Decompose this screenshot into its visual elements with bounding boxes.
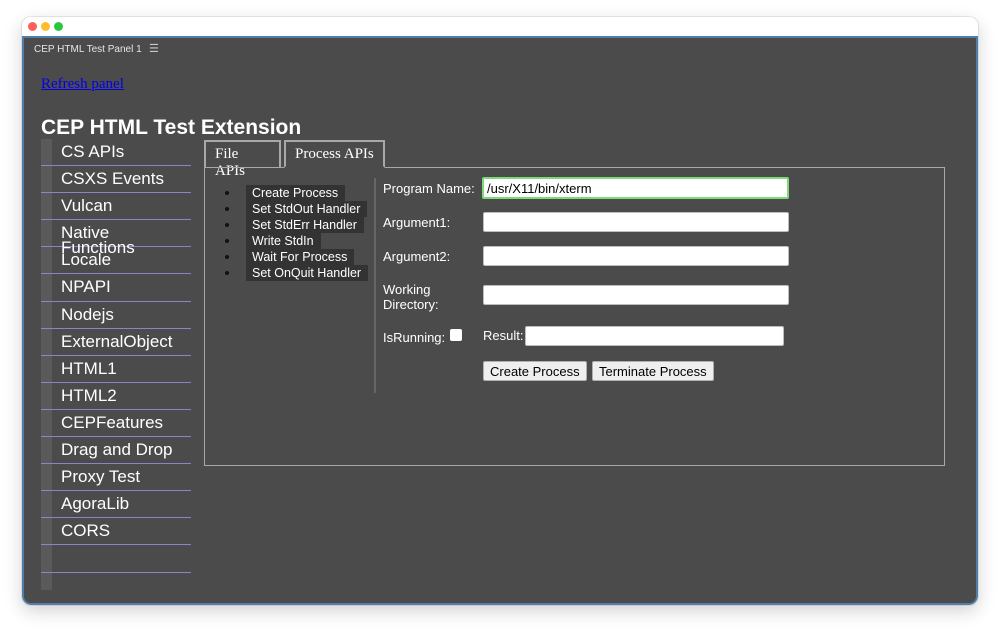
minimize-window-button[interactable] bbox=[41, 22, 50, 31]
result-input[interactable] bbox=[525, 326, 784, 346]
argument1-input[interactable] bbox=[483, 212, 789, 232]
sidebar-item-label: NPAPI bbox=[61, 277, 111, 297]
sidebar-item-label: CEPFeatures bbox=[61, 412, 164, 432]
list-item-write-stdin[interactable]: Write StdIn bbox=[224, 233, 368, 249]
argument1-label: Argument1: bbox=[383, 215, 451, 230]
list-item-set-onquit-handler[interactable]: Set OnQuit Handler bbox=[224, 265, 369, 281]
sidebar-item-label: HTML2 bbox=[61, 385, 117, 405]
sidebar-item-externalobject[interactable]: ExternalObject bbox=[41, 329, 191, 356]
sidebar-item-label: CORS bbox=[61, 521, 111, 541]
program-name-input[interactable] bbox=[482, 177, 789, 199]
sidebar-item-native-functions[interactable]: Native Functions bbox=[41, 220, 191, 256]
working-directory-label-line2: Directory: bbox=[383, 297, 439, 312]
sidebar-item-empty[interactable] bbox=[41, 545, 191, 573]
sidebar-item-label: HTML1 bbox=[61, 358, 117, 378]
sidebar-item-label: Drag and Drop bbox=[61, 440, 173, 460]
sidebar-item-csxs-events[interactable]: CSXS Events bbox=[41, 166, 191, 194]
sidebar-item-html2[interactable]: HTML2 bbox=[41, 383, 191, 410]
tab-file-apis[interactable]: File APIs bbox=[204, 140, 281, 179]
hamburger-menu-icon[interactable]: ☰ bbox=[149, 42, 159, 55]
argument2-input[interactable] bbox=[483, 246, 789, 266]
list-item-label: Create Process bbox=[246, 185, 346, 201]
sidebar-item-cepfeatures[interactable]: CEPFeatures bbox=[41, 410, 191, 438]
sidebar-item-label: Locale bbox=[61, 250, 112, 270]
sidebar-item-locale[interactable]: Locale bbox=[41, 247, 191, 275]
working-directory-label: Working Directory: bbox=[383, 282, 439, 312]
list-item-set-stdout-handler[interactable]: Set StdOut Handler bbox=[224, 201, 368, 217]
sidebar-item-label: AgoraLib bbox=[61, 494, 130, 514]
sidebar-item-html1[interactable]: HTML1 bbox=[41, 356, 191, 383]
refresh-panel-link[interactable]: Refresh panel bbox=[41, 76, 124, 93]
cep-panel: CEP HTML Test Panel 1 ☰ Refresh panel CE… bbox=[22, 36, 978, 605]
sidebar-item-label: ExternalObject bbox=[61, 331, 173, 351]
sidebar-item-label: Vulcan bbox=[61, 196, 113, 216]
terminate-process-button[interactable]: Terminate Process bbox=[592, 361, 714, 381]
list-item-label: Set StdErr Handler bbox=[246, 217, 364, 233]
tab-process-apis[interactable]: Process APIs bbox=[284, 140, 385, 168]
list-item-create-process[interactable]: Create Process bbox=[224, 185, 368, 201]
list-item-label: Wait For Process bbox=[246, 249, 355, 265]
program-name-label: Program Name: bbox=[383, 181, 475, 196]
sidebar-item-cors[interactable]: CORS bbox=[41, 518, 191, 546]
maximize-window-button[interactable] bbox=[54, 22, 63, 31]
sidebar-item-drag-and-drop[interactable]: Drag and Drop bbox=[41, 437, 191, 465]
argument2-label: Argument2: bbox=[383, 249, 451, 264]
title-bar bbox=[22, 17, 978, 36]
list-item-label: Write StdIn bbox=[246, 233, 321, 249]
sidebar-item-agoralib[interactable]: AgoraLib bbox=[41, 491, 191, 519]
list-item-set-stderr-handler[interactable]: Set StdErr Handler bbox=[224, 217, 368, 233]
sidebar-item-label: Nodejs bbox=[61, 304, 114, 324]
process-api-list: Create Process Set StdOut Handler Set St… bbox=[224, 185, 369, 281]
list-item-label: Set StdOut Handler bbox=[246, 201, 368, 217]
process-apis-panel: Create Process Set StdOut Handler Set St… bbox=[204, 167, 945, 466]
working-directory-input[interactable] bbox=[483, 285, 789, 305]
sidebar-item-label: CSXS Events bbox=[61, 169, 164, 189]
panel-title: CEP HTML Test Panel 1 bbox=[34, 44, 142, 55]
close-window-button[interactable] bbox=[28, 22, 37, 31]
sidebar-item-proxy-test[interactable]: Proxy Test bbox=[41, 464, 191, 492]
result-label: Result: bbox=[483, 328, 524, 343]
sidebar-item-cs-apis[interactable]: CS APIs bbox=[41, 139, 191, 167]
sidebar-item-npapi[interactable]: NPAPI bbox=[41, 274, 191, 302]
extension-title: CEP HTML Test Extension bbox=[41, 116, 302, 136]
sidebar-item-label: Proxy Test bbox=[61, 467, 141, 487]
create-process-button[interactable]: Create Process bbox=[483, 361, 587, 381]
app-window: CEP HTML Test Panel 1 ☰ Refresh panel CE… bbox=[22, 17, 978, 605]
vertical-divider bbox=[374, 178, 376, 393]
list-item-label: Set OnQuit Handler bbox=[246, 265, 369, 281]
sidebar-nav: CS APIs CSXS Events Vulcan Native Functi… bbox=[41, 139, 191, 573]
list-item-wait-for-process[interactable]: Wait For Process bbox=[224, 249, 368, 265]
sidebar-item-vulcan[interactable]: Vulcan bbox=[41, 193, 191, 221]
is-running-checkbox[interactable] bbox=[450, 329, 462, 341]
sidebar-item-label: CS APIs bbox=[61, 142, 125, 161]
sidebar-item-nodejs[interactable]: Nodejs bbox=[41, 302, 191, 329]
is-running-label: IsRunning: bbox=[383, 330, 446, 345]
working-directory-label-line1: Working bbox=[383, 282, 431, 297]
